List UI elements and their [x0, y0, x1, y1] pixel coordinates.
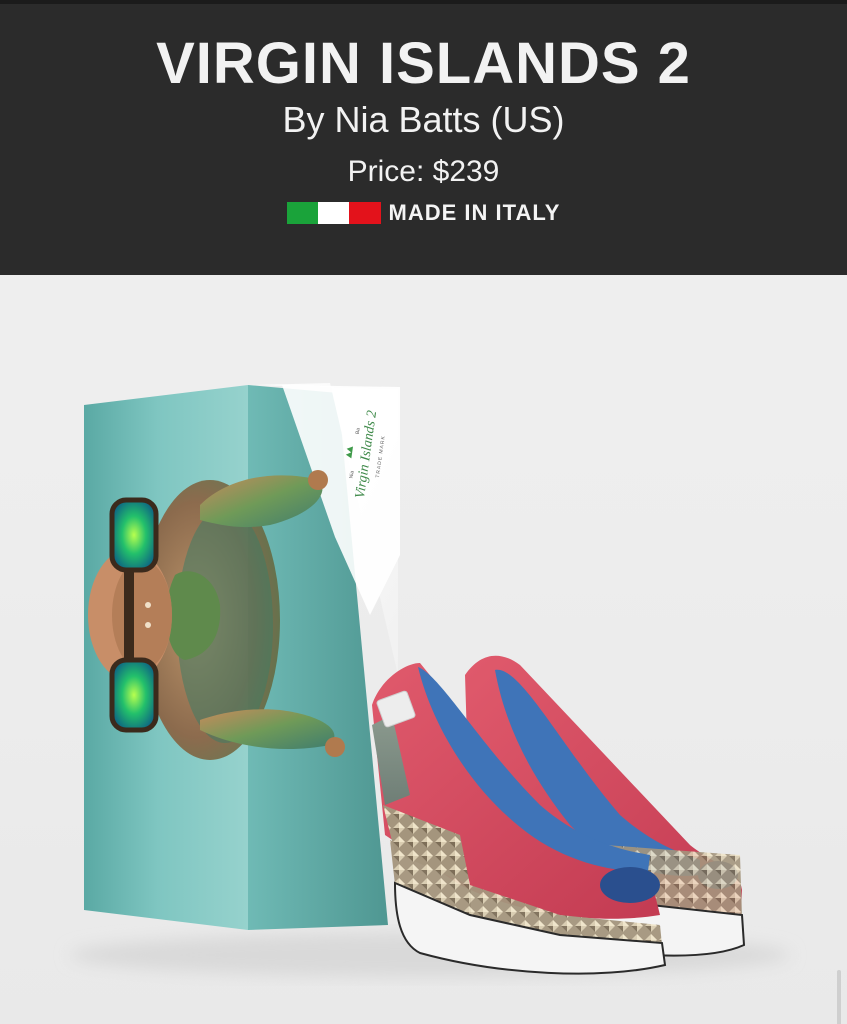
italy-flag-icon [286, 202, 381, 224]
made-in-badge: MADE IN ITALY [0, 199, 847, 227]
product-price: Price: $239 [347, 155, 500, 188]
made-in-label: MADE IN ITALY [388, 200, 561, 225]
header-top-border [0, 0, 847, 4]
flag-green-stripe [286, 202, 318, 224]
shoe-box: Virgin Islands 2 Nia Ba TRADE MARK [84, 383, 400, 930]
product-image[interactable]: Virgin Islands 2 Nia Ba TRADE MARK [0, 275, 847, 1024]
product-header: VIRGIN ISLANDS 2 By Nia Batts (US) Price… [0, 0, 847, 275]
product-illustration: Virgin Islands 2 Nia Ba TRADE MARK [70, 383, 790, 977]
scrollbar-handle[interactable] [837, 970, 841, 1024]
box-label-small-left: Nia [349, 470, 356, 478]
wedge-shoes [372, 655, 746, 975]
designer-name: By Nia Batts (US) [282, 99, 565, 140]
product-page: VIRGIN ISLANDS 2 By Nia Batts (US) Price… [0, 0, 847, 1024]
product-title: VIRGIN ISLANDS 2 [156, 31, 691, 96]
box-label-small-right: Ba [355, 427, 362, 434]
flag-red-stripe [349, 202, 381, 224]
flag-white-stripe [317, 202, 350, 224]
